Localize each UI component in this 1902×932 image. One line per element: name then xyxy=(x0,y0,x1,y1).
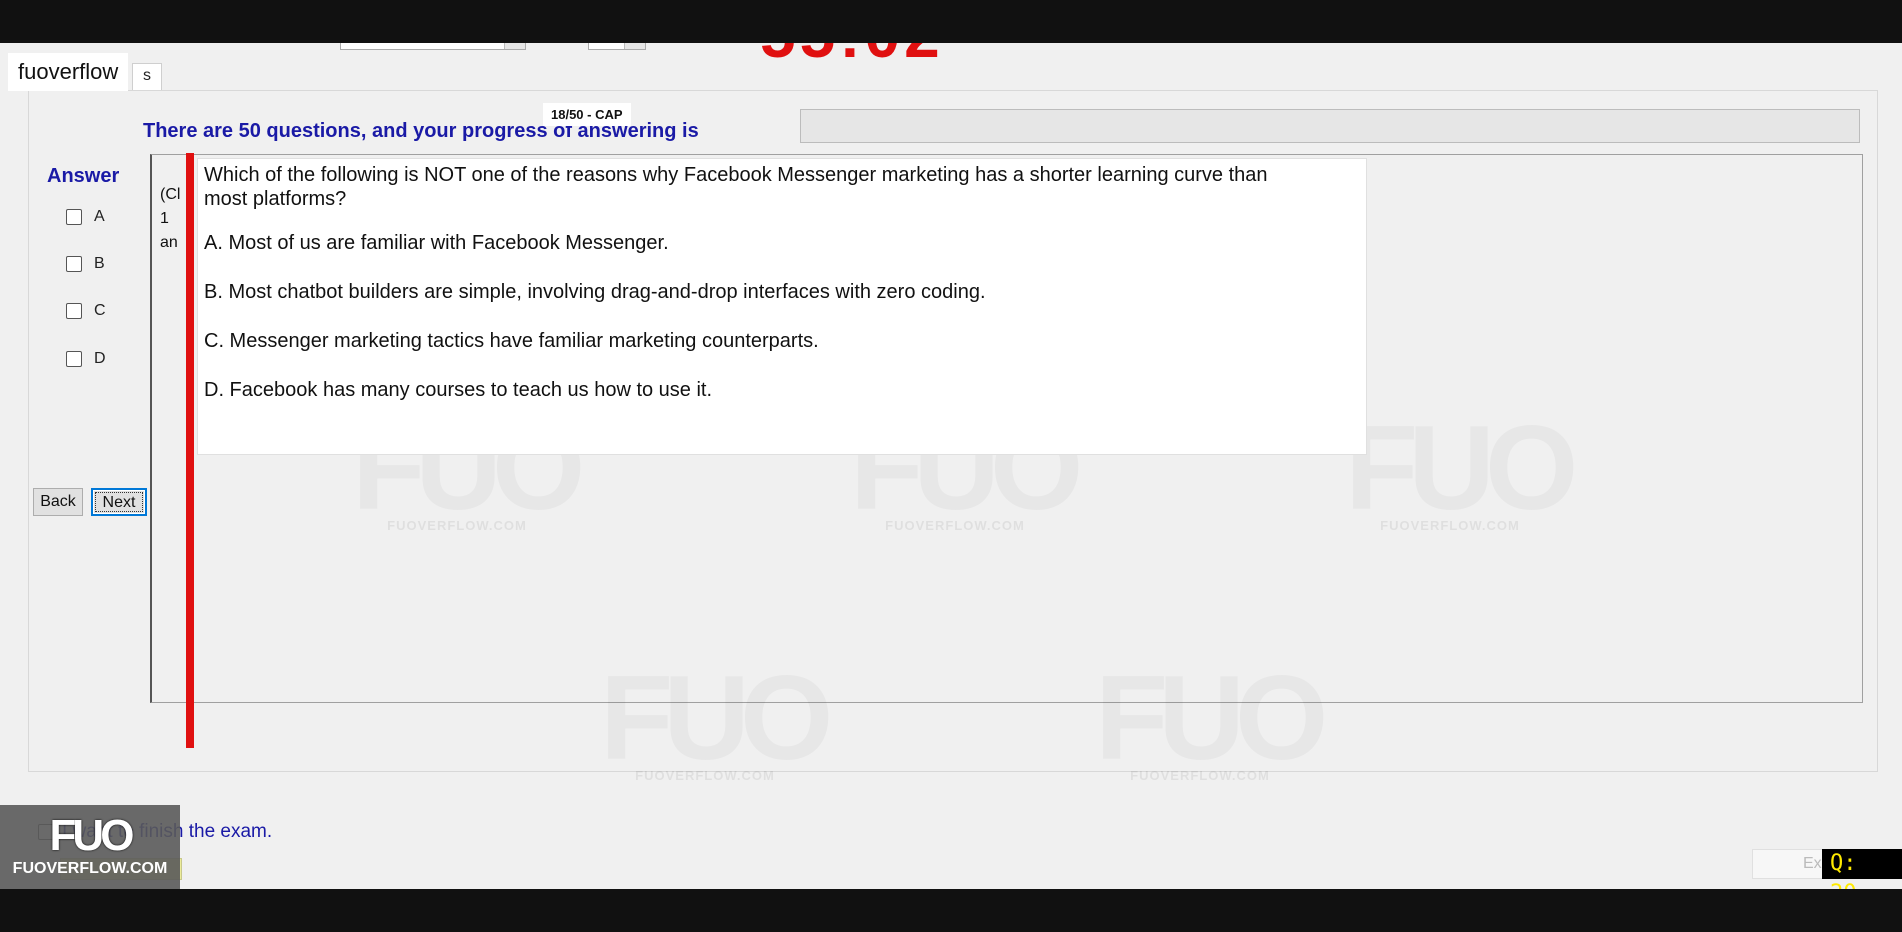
answer-option-label: C xyxy=(94,302,106,319)
tab-stub[interactable]: s xyxy=(132,63,162,90)
exit-button[interactable]: Ex xyxy=(1752,849,1832,879)
top-small-box[interactable] xyxy=(588,43,646,50)
brand-tag: fuoverflow xyxy=(8,53,129,91)
question-counter: Q: 20 xyxy=(1822,849,1902,889)
left-text-line: 1 xyxy=(160,210,169,227)
left-instruction-text: (Cl 1 an xyxy=(160,183,180,255)
answer-option-label: B xyxy=(94,255,105,272)
left-text-line: (Cl xyxy=(160,186,181,203)
checkbox-d[interactable] xyxy=(66,351,82,367)
answer-option-c[interactable]: C xyxy=(66,302,106,320)
next-button[interactable]: Next xyxy=(91,488,147,516)
checkbox-b[interactable] xyxy=(66,256,82,272)
exam-window: 55:02 fuoverflow s There are 50 question… xyxy=(0,43,1902,889)
question-text: Which of the following is NOT one of the… xyxy=(204,164,1268,210)
answer-option-d[interactable]: D xyxy=(66,350,106,368)
progress-bar xyxy=(800,109,1860,143)
answer-title: Answer xyxy=(47,165,120,187)
question-box: Which of the following is NOT one of the… xyxy=(197,158,1367,455)
checkbox-a[interactable] xyxy=(66,209,82,225)
question-option-d: D. Facebook has many courses to teach us… xyxy=(204,379,713,401)
left-text-line: an xyxy=(160,234,178,251)
red-divider xyxy=(186,153,194,748)
question-option-b: B. Most chatbot builders are simple, inv… xyxy=(204,281,986,303)
fuo-logo-mark: FUO xyxy=(49,811,135,860)
countdown-timer: 55:02 xyxy=(760,43,944,67)
back-button[interactable]: Back xyxy=(33,488,83,516)
checkbox-c[interactable] xyxy=(66,303,82,319)
answer-option-b[interactable]: B xyxy=(66,255,105,273)
question-badge: 18/50 - CAP xyxy=(543,103,631,126)
fuoverflow-logo: FUO FUOVERFLOW.COM xyxy=(0,805,180,889)
answer-option-a[interactable]: A xyxy=(66,208,105,226)
answer-option-label: D xyxy=(94,350,106,367)
question-option-c: C. Messenger marketing tactics have fami… xyxy=(204,330,819,352)
top-combo-box[interactable] xyxy=(340,43,526,50)
answer-option-label: A xyxy=(94,208,105,225)
question-option-a: A. Most of us are familiar with Facebook… xyxy=(204,232,669,254)
fuo-logo-text: FUOVERFLOW.COM xyxy=(12,860,168,877)
